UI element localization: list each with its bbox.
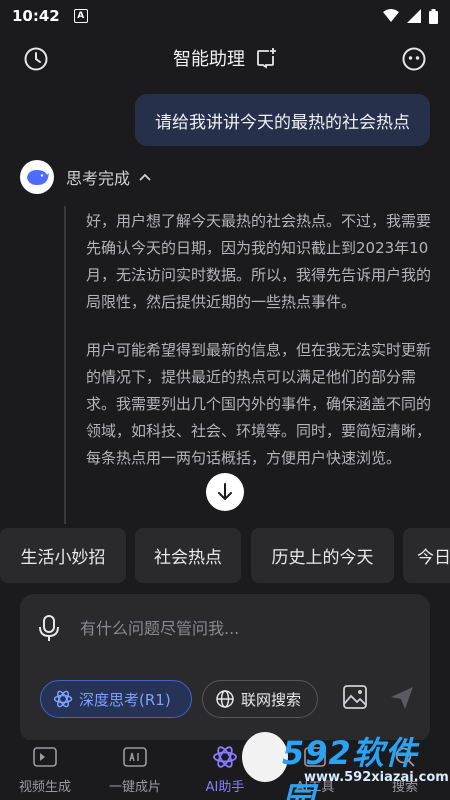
signal-icon [407,9,421,23]
message-input[interactable] [80,616,410,640]
chevron-up-icon[interactable] [138,172,152,182]
suggestion-chips: 生活小妙招 社会热点 历史上的今天 今日 [0,528,450,584]
status-icons [383,8,438,24]
send-icon[interactable] [388,684,416,712]
tab-label: 一键成片 [108,780,161,795]
deep-think-toggle[interactable]: 深度思考(R1) [40,680,192,718]
thinking-content: 好，用户想了解今天最热的社会热点。不过，我需要先确认今天的日期，因为我的知识截止… [86,208,432,493]
new-chat-icon[interactable] [255,47,277,69]
watermark-brand: 592软件园 [282,734,418,800]
composer: 深度思考(R1) 联网搜索 [20,594,430,742]
deep-think-label: 深度思考(R1) [79,690,171,709]
bot-avatar [20,160,54,194]
chip-life-tips[interactable]: 生活小妙招 [0,528,126,583]
ai-assistant-icon [212,744,238,770]
ai-clip-icon [122,744,148,770]
header-title-group: 智能助理 [173,45,277,71]
microphone-icon[interactable] [38,614,60,642]
robot-face-icon[interactable] [400,45,428,73]
web-search-label: 联网搜索 [241,690,302,709]
page-title: 智能助理 [173,49,245,70]
arrow-down-icon [218,483,232,501]
whale-logo-icon [27,170,49,185]
notification-icon: A [73,9,88,23]
status-bar: 10:42 A [0,0,450,32]
history-clock-icon[interactable] [22,45,50,73]
web-search-toggle[interactable]: 联网搜索 [202,680,318,718]
video-ai-icon [32,744,58,770]
battery-icon [429,8,438,24]
tab-one-click[interactable]: 一键成片 [90,744,180,795]
globe-icon [216,690,234,708]
thinking-paragraph: 好，用户想了解今天最热的社会热点。不过，我需要先确认今天的日期，因为我的知识截止… [86,212,432,311]
wifi-icon [383,9,399,22]
tab-label: 视频生成 [18,780,71,795]
watermark: 592软件园 www.592xiazai.com [242,726,449,800]
status-time: 10:42 [12,7,60,25]
thinking-status-row[interactable]: 思考完成 [20,160,152,194]
chip-history-today[interactable]: 历史上的今天 [251,528,394,583]
app-header: 智能助理 [0,36,450,80]
image-upload-icon[interactable] [342,684,368,710]
tab-video-gen[interactable]: 视频生成 [0,744,90,795]
thinking-divider [64,206,66,524]
thinking-label: 思考完成 [66,169,131,188]
atom-icon [53,690,73,708]
chip-social-hot[interactable]: 社会热点 [135,528,241,583]
chip-today[interactable]: 今日 [403,528,450,583]
watermark-url: www.592xiazai.com [304,770,449,785]
tab-label: AI助手 [205,780,245,795]
user-message-bubble: 请给我讲讲今天的最热的社会热点 [135,94,430,146]
thinking-paragraph: 用户可能希望得到最新的信息，但在我无法实时更新的情况下，提供最近的热点可以满足他… [86,341,432,467]
scroll-down-button[interactable] [206,473,244,511]
